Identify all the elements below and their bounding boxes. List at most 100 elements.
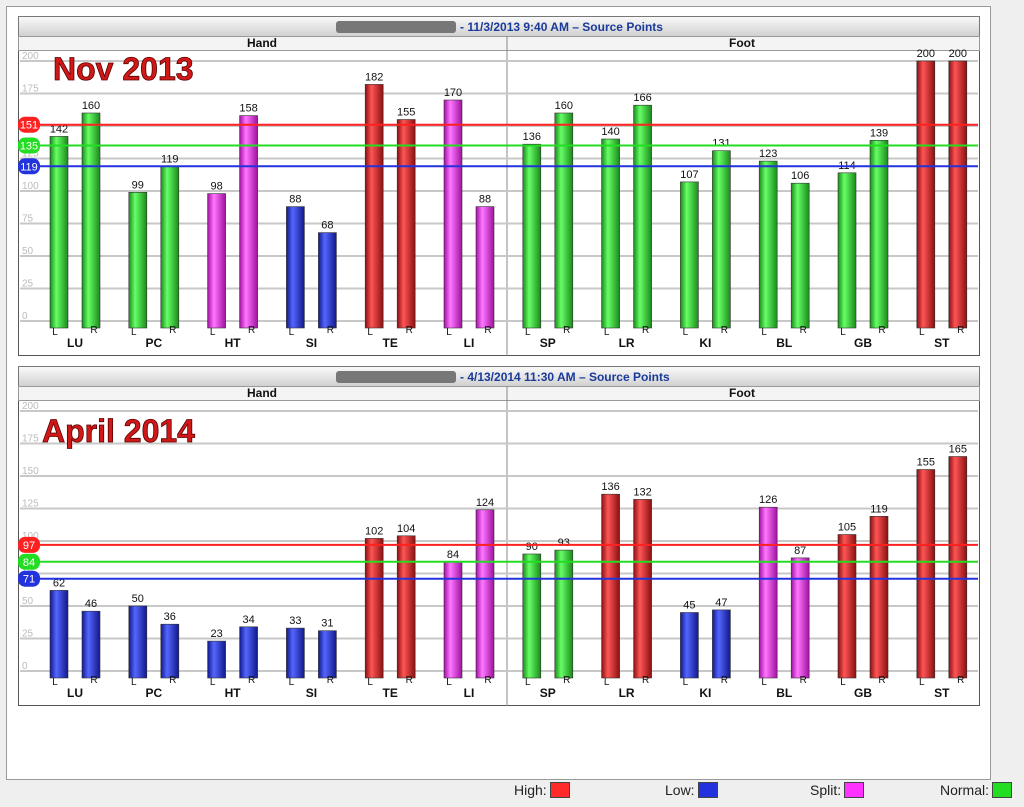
- bar-ki-l: [680, 612, 699, 679]
- bar-value-label: 166: [633, 92, 651, 104]
- section-header-row: [18, 36, 980, 51]
- bar-value-label: 23: [210, 628, 222, 640]
- bar-li-r: [475, 509, 495, 679]
- bar-value-label: 106: [791, 170, 809, 182]
- bar-lr-l: [601, 493, 620, 679]
- side-label-l: L: [840, 327, 846, 338]
- bar-lr-r: [633, 104, 652, 329]
- chart-header-title: - 4/13/2014 11:30 AM – Source Points: [460, 370, 670, 384]
- bar-ki-r: [712, 150, 731, 329]
- y-tick-label: 100: [22, 181, 39, 192]
- group-label-gb: GB: [854, 336, 872, 350]
- group-label-bl: BL: [776, 686, 792, 700]
- bar-ht-l: [207, 193, 226, 329]
- side-label-r: R: [563, 675, 570, 686]
- group-label-lr: LR: [619, 336, 635, 350]
- side-label-r: R: [90, 325, 97, 336]
- bar-value-label: 88: [479, 194, 491, 206]
- side-label-l: L: [289, 327, 295, 338]
- side-label-r: R: [327, 325, 334, 336]
- bar-si-r: [318, 630, 337, 679]
- bar-pc-l: [128, 192, 148, 329]
- side-label-r: R: [406, 325, 413, 336]
- bar-value-label: 119: [161, 153, 179, 165]
- legend-label-low: Low:: [665, 782, 695, 798]
- group-label-lu: LU: [67, 336, 83, 350]
- bar-lr-r: [633, 499, 652, 679]
- bar-value-label: 155: [397, 107, 415, 119]
- side-label-l: L: [761, 677, 767, 688]
- group-label-si: SI: [306, 686, 317, 700]
- side-label-r: R: [248, 325, 255, 336]
- side-label-r: R: [878, 325, 885, 336]
- side-label-l: L: [525, 677, 531, 688]
- bar-value-label: 104: [397, 523, 415, 535]
- y-tick-label: 25: [22, 279, 34, 290]
- legend-item-low: Low:: [665, 782, 718, 798]
- y-tick-label: 175: [22, 84, 39, 95]
- bar-ki-r: [712, 609, 731, 679]
- side-label-l: L: [210, 327, 216, 338]
- y-tick-label: 0: [22, 311, 28, 322]
- group-label-ht: HT: [225, 686, 242, 700]
- bar-gb-r: [869, 516, 889, 679]
- bar-value-label: 123: [759, 148, 777, 160]
- group-label-ki: KI: [699, 336, 711, 350]
- bar-si-r: [318, 232, 337, 329]
- bar-value-label: 98: [210, 181, 222, 193]
- bar-te-r: [396, 119, 416, 329]
- bar-value-label: 31: [321, 618, 333, 630]
- legend-swatch-split: [844, 782, 865, 798]
- bar-value-label: 105: [838, 522, 856, 534]
- bar-bl-r: [790, 557, 810, 679]
- bar-pc-r: [160, 623, 180, 679]
- bar-pc-r: [160, 166, 180, 329]
- bar-value-label: 45: [683, 600, 695, 612]
- overlay-period-title: April 2014: [42, 413, 195, 449]
- bar-value-label: 200: [917, 48, 935, 60]
- bar-value-label: 36: [164, 611, 176, 623]
- group-label-lr: LR: [619, 686, 635, 700]
- side-label-l: L: [210, 677, 216, 688]
- bar-pc-l: [128, 605, 148, 679]
- bar-value-label: 136: [523, 131, 541, 143]
- group-label-li: LI: [464, 336, 475, 350]
- chart-header-title: - 11/3/2013 9:40 AM – Source Points: [460, 20, 663, 34]
- bar-value-label: 88: [289, 194, 301, 206]
- side-label-l: L: [52, 327, 58, 338]
- bar-si-l: [286, 206, 305, 329]
- bar-value-label: 182: [365, 71, 383, 83]
- group-label-st: ST: [934, 686, 950, 700]
- bar-value-label: 160: [82, 100, 100, 112]
- reference-badge-label: 135: [20, 141, 38, 153]
- y-tick-label: 200: [22, 401, 39, 412]
- side-label-r: R: [800, 325, 807, 336]
- reference-badge-label: 71: [23, 574, 35, 586]
- bar-st-l: [916, 60, 936, 329]
- bar-gb-r: [869, 140, 889, 329]
- side-label-l: L: [761, 327, 767, 338]
- side-label-l: L: [525, 327, 531, 338]
- bar-value-label: 200: [949, 48, 967, 60]
- bar-lu-r: [81, 610, 101, 679]
- group-label-li: LI: [464, 686, 475, 700]
- side-label-l: L: [289, 677, 295, 688]
- bar-sp-l: [522, 553, 542, 679]
- bar-value-label: 140: [601, 126, 619, 138]
- side-label-l: L: [919, 327, 925, 338]
- y-tick-label: 175: [22, 434, 39, 445]
- bar-sp-l: [522, 143, 542, 329]
- group-label-ht: HT: [225, 336, 242, 350]
- bar-ht-r: [239, 115, 258, 329]
- bar-value-label: 124: [476, 497, 494, 509]
- side-label-r: R: [248, 675, 255, 686]
- bar-value-label: 119: [870, 503, 888, 515]
- bar-value-label: 68: [321, 220, 333, 232]
- bar-bl-l: [758, 506, 778, 679]
- side-label-l: L: [919, 677, 925, 688]
- chart-panel-april-2014: - 4/13/2014 11:30 AM – Source Points Hand…: [18, 366, 980, 706]
- y-tick-label: 0: [22, 661, 28, 672]
- bar-value-label: 170: [444, 87, 462, 99]
- side-label-l: L: [367, 327, 373, 338]
- bar-value-label: 33: [289, 615, 301, 627]
